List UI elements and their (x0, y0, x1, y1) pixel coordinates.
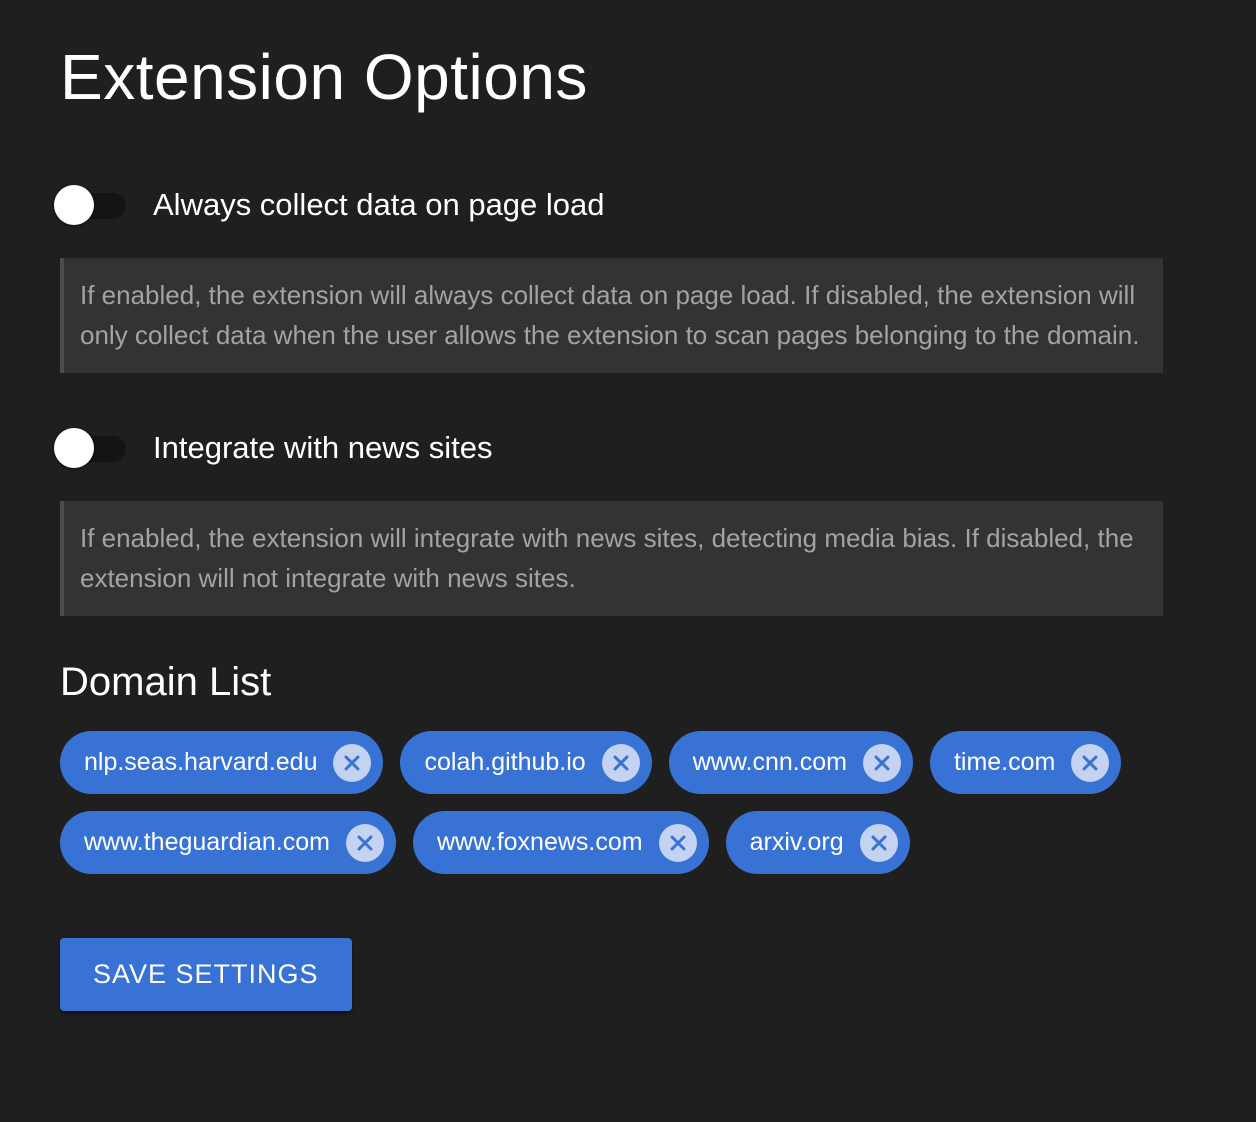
collect-on-load-description: If enabled, the extension will always co… (60, 258, 1163, 373)
domain-chip: colah.github.io (400, 731, 652, 794)
domain-chip: www.cnn.com (668, 731, 913, 794)
toggle-thumb (54, 428, 94, 468)
news-integration-description: If enabled, the extension will integrate… (60, 501, 1163, 616)
domain-chip-label: colah.github.io (424, 748, 586, 776)
close-circle-icon[interactable] (345, 823, 384, 862)
close-circle-icon[interactable] (333, 743, 372, 782)
close-circle-icon[interactable] (658, 823, 697, 862)
collect-on-load-label: Always collect data on page load (153, 187, 605, 222)
collect-on-load-toggle[interactable] (54, 185, 128, 225)
domain-chip-label: arxiv.org (749, 828, 844, 856)
news-integration-toggle[interactable] (54, 428, 128, 468)
page-title: Extension Options (60, 41, 588, 113)
news-integration-row: Integrate with news sites (54, 424, 1256, 472)
domain-chip-label: nlp.seas.harvard.edu (84, 748, 318, 776)
domain-chip-label: www.theguardian.com (84, 828, 330, 856)
domain-chip: www.foxnews.com (412, 811, 709, 874)
domain-chip: time.com (929, 731, 1122, 794)
close-circle-icon[interactable] (1071, 743, 1110, 782)
close-circle-icon[interactable] (859, 823, 898, 862)
close-circle-icon[interactable] (862, 743, 901, 782)
domain-chip: nlp.seas.harvard.edu (60, 731, 384, 794)
toggle-thumb (54, 185, 94, 225)
collect-on-load-row: Always collect data on page load (54, 181, 1256, 229)
domain-chip-list: nlp.seas.harvard.edu colah.github.io www… (60, 731, 1180, 874)
domain-list-heading: Domain List (60, 660, 272, 704)
domain-chip-label: www.foxnews.com (436, 828, 643, 856)
close-circle-icon[interactable] (601, 743, 640, 782)
domain-chip-label: www.cnn.com (692, 748, 847, 776)
news-integration-label: Integrate with news sites (153, 430, 493, 465)
options-page: Extension Options Always collect data on… (0, 0, 1256, 1122)
domain-chip: www.theguardian.com (60, 811, 396, 874)
domain-chip: arxiv.org (725, 811, 910, 874)
domain-chip-label: time.com (953, 748, 1056, 776)
save-settings-button[interactable]: SAVE SETTINGS (60, 938, 352, 1011)
